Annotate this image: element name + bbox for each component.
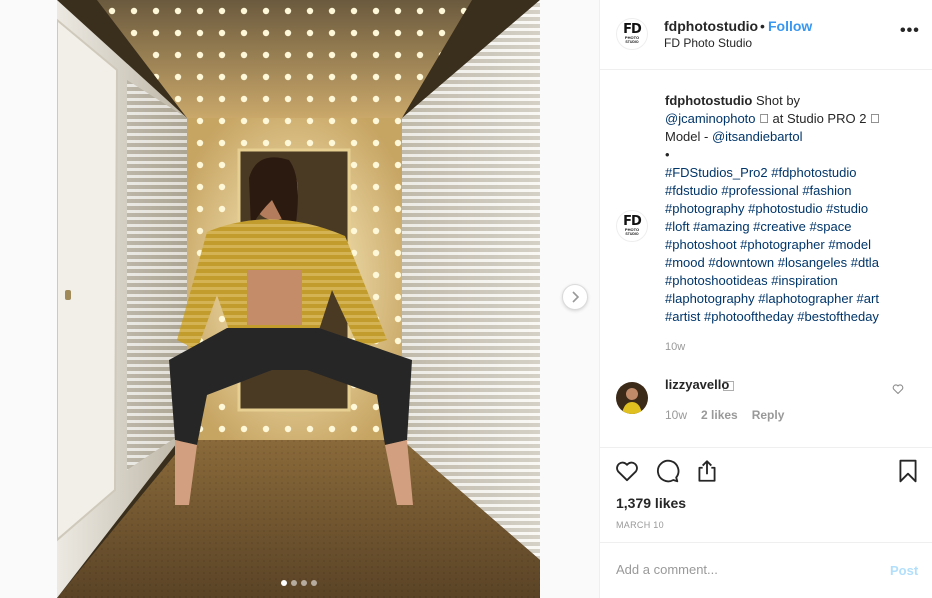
comment-meta: 10w 2 likes Reply (665, 408, 784, 422)
caption-line: #fdstudio #professional #fashion (665, 182, 923, 200)
comment-likes[interactable]: 2 likes (701, 408, 738, 422)
save-button[interactable] (895, 458, 921, 489)
post-header: FD PHOTO STUDIO fdphotostudio • Follow F… (600, 0, 932, 70)
caption-line: fdphotostudio Shot by (665, 92, 923, 110)
caption-username[interactable]: fdphotostudio (665, 93, 752, 108)
instagram-post-modal: FD PHOTO STUDIO fdphotostudio • Follow F… (0, 0, 932, 598)
share-icon (698, 460, 716, 482)
post-comment-button[interactable]: Post (890, 563, 918, 578)
carousel-dot (310, 580, 317, 586)
caption-line: Model - @itsandiebartol (665, 128, 923, 146)
caption-line: #loft #amazing #creative #space (665, 218, 923, 236)
caption-line: #mood #downtown #losangeles #dtla (665, 254, 923, 272)
separator-dot: • (760, 18, 765, 34)
comment-icon (656, 459, 680, 483)
caption-avatar[interactable]: FD PHOTO STUDIO (616, 210, 648, 242)
bookmark-icon (899, 459, 917, 483)
post-photo[interactable] (57, 0, 540, 598)
caption-link[interactable]: #laphotography #laphotographer #art (665, 291, 879, 306)
comment-avatar[interactable] (616, 382, 648, 414)
carousel-dot (300, 580, 307, 586)
caption-text: ⃞ at Studio PRO 2 ⃞ (755, 111, 880, 126)
caption-line: • (665, 146, 923, 164)
caption-line: @jcaminophoto ⃞ at Studio PRO 2 ⃞ (665, 110, 923, 128)
caption-link[interactable]: #FDStudios_Pro2 #fdphotostudio (665, 165, 857, 180)
caption-link[interactable]: #mood #downtown #losangeles #dtla (665, 255, 879, 270)
comment-username[interactable]: lizzyavello (665, 377, 729, 392)
caption-link[interactable]: #fdstudio #professional #fashion (665, 183, 851, 198)
caption-line: #FDStudios_Pro2 #fdphotostudio (665, 164, 923, 182)
comment-input[interactable] (616, 562, 876, 577)
chevron-right-icon (572, 291, 580, 303)
reply-button[interactable]: Reply (752, 408, 785, 422)
heart-icon (616, 461, 638, 482)
username-link[interactable]: fdphotostudio (664, 18, 758, 34)
caption: fdphotostudio Shot by @jcaminophoto ⃞ at … (665, 92, 923, 326)
caption-line: #photoshoot #photographer #model (665, 236, 923, 254)
avatar-logo-line2: STUDIO (625, 232, 639, 236)
caption-link[interactable]: #loft #amazing #creative #space (665, 219, 851, 234)
caption-link[interactable]: #photoshootideas #inspiration (665, 273, 838, 288)
next-photo-button[interactable] (562, 284, 588, 310)
avatar[interactable]: FD PHOTO STUDIO (616, 18, 648, 50)
divider (600, 542, 932, 543)
like-button[interactable] (614, 458, 640, 489)
caption-line: #photoshootideas #inspiration (665, 272, 923, 290)
photo-illustration (57, 0, 540, 598)
caption-timestamp[interactable]: 10w (665, 341, 685, 353)
caption-line: #laphotography #laphotographer #art (665, 290, 923, 308)
caption-link[interactable]: #photoshoot #photographer #model (665, 237, 871, 252)
follow-button[interactable]: Follow (768, 18, 812, 34)
avatar-logo-line2: STUDIO (625, 40, 639, 44)
divider (600, 447, 932, 448)
post-date[interactable]: MARCH 10 (616, 520, 664, 530)
caption-text: • (665, 147, 670, 162)
caption-line: #artist #photooftheday #bestoftheday (665, 308, 923, 326)
carousel-dot (280, 580, 287, 586)
comment-like-button[interactable] (892, 382, 904, 400)
full-name: FD Photo Studio (664, 36, 753, 50)
share-button[interactable] (694, 458, 720, 489)
caption-link[interactable]: @jcaminophoto (665, 111, 756, 126)
caption-text: Shot by (752, 93, 801, 108)
caption-link[interactable]: @itsandiebartol (712, 129, 803, 144)
carousel-indicator (57, 580, 540, 586)
comment-button[interactable] (654, 458, 680, 489)
post-sidebar: FD PHOTO STUDIO fdphotostudio • Follow F… (599, 0, 932, 598)
comment-timestamp[interactable]: 10w (665, 408, 687, 422)
heart-icon (892, 384, 904, 395)
carousel-dot (290, 580, 297, 586)
caption-line: #photography #photostudio #studio (665, 200, 923, 218)
avatar-photo (616, 382, 648, 414)
like-count[interactable]: 1,379 likes (616, 495, 686, 511)
more-options-icon[interactable]: ••• (900, 22, 920, 40)
caption-text: Model - (665, 129, 712, 144)
caption-link[interactable]: #artist #photooftheday #bestoftheday (665, 309, 879, 324)
caption-link[interactable]: #photography #photostudio #studio (665, 201, 868, 216)
